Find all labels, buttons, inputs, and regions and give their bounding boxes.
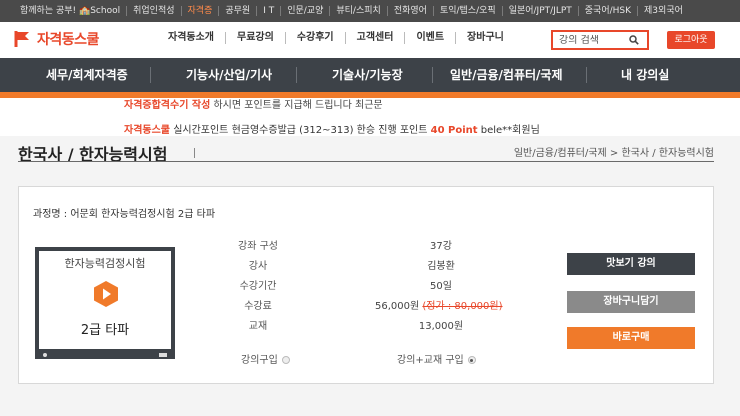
topbar-item-beauty[interactable]: 뷰티/스피치: [330, 6, 388, 16]
nav-divider: [432, 67, 433, 83]
preview-lecture-button[interactable]: 맛보기 강의: [567, 253, 695, 275]
buy-now-button[interactable]: 바로구매: [567, 327, 695, 349]
topbar-item-other-lang[interactable]: 제3외국어: [638, 6, 689, 16]
breadcrumb[interactable]: 일반/금융/컴퓨터/국제 > 한국사 / 한자능력시험: [514, 144, 714, 159]
info-value-instructor: 김봉환: [427, 261, 455, 272]
nav-divider: [586, 67, 587, 83]
option-lecture-label: 강의구입: [241, 355, 278, 366]
page-title-bar: 한국사 / 한자능력시험 일반/금융/컴퓨터/국제 > 한국사 / 한자능력시험: [0, 136, 740, 168]
info-label: 수강료: [244, 301, 272, 312]
ticker-line1-text: 하시면 포인트를 지급해 드립니다: [213, 100, 352, 111]
gnb-events[interactable]: 이벤트: [405, 32, 457, 44]
topbar-item-school[interactable]: 함께하는 공부! 🏫School: [14, 6, 128, 16]
radio-bundle[interactable]: [467, 356, 476, 364]
ticker-line2-text: 실시간포인트 현금영수증발급 (312~313) 한승 진행 포인트: [173, 125, 428, 136]
gnb-about[interactable]: 자격동소개: [168, 32, 226, 44]
ticker-brand: 자격동스쿨: [124, 125, 170, 136]
site-logo[interactable]: 자격동스쿨: [14, 29, 99, 49]
global-nav: 자격동소개 무료강의 수강후기 고객센터 이벤트 장바구니: [168, 32, 515, 44]
nav-engineer[interactable]: 기술사/기능장: [332, 58, 403, 92]
ticker-line-2[interactable]: 자격동스쿨 실시간포인트 현금영수증발급 (312~313) 한승 진행 포인트…: [124, 121, 540, 136]
option-lecture-only[interactable]: 강의구입: [241, 351, 290, 366]
topbar-item-toeic[interactable]: 토익/텝스/오픽: [434, 6, 503, 16]
original-price: (정가 : 80,000원): [422, 301, 503, 312]
search-input[interactable]: [559, 34, 625, 46]
logo-flag-icon: [14, 31, 29, 47]
topbar-item-cert[interactable]: 자격증: [182, 6, 220, 16]
nav-technician[interactable]: 기능사/산업/기사: [186, 58, 272, 92]
info-value-textbook: 13,000원: [418, 321, 464, 332]
main-category-nav: 세무/회계자격증 기능사/산업/기사 기술사/기능장 일반/금융/컴퓨터/국제 …: [0, 58, 740, 92]
ticker-user: bele**회원님: [480, 125, 540, 136]
gnb-free-lecture[interactable]: 무료강의: [226, 32, 286, 44]
topbar-item-civil[interactable]: 공무원: [219, 6, 258, 16]
gnb-reviews[interactable]: 수강후기: [286, 32, 346, 44]
price-value: 56,000원: [375, 301, 420, 312]
search-box: [551, 30, 649, 50]
nav-divider: [150, 67, 151, 83]
info-label: 강사: [248, 261, 268, 272]
info-value-period: 50일: [430, 281, 452, 292]
topbar-item-chinese[interactable]: 중국어/HSK: [579, 6, 639, 16]
topbar-item-japanese[interactable]: 일본어/JPT/JLPT: [503, 6, 579, 16]
nav-tax-accounting[interactable]: 세무/회계자격증: [46, 58, 128, 92]
topbar-item-phone-english[interactable]: 전화영어: [388, 6, 434, 16]
ticker-points: 40 Point: [430, 125, 478, 136]
thumbnail-level: 2급 타파: [80, 323, 130, 338]
radio-lecture[interactable]: [281, 356, 290, 364]
topbar-item-it[interactable]: I T: [257, 6, 282, 16]
ticker-line1-highlight: 자격증합격수기 작성: [124, 100, 211, 111]
course-card: 과정명 : 어문회 한자능력검정시험 2급 타파 한자능력검정시험 2급 타파 …: [18, 186, 714, 384]
thumbnail-indicator-icon: [159, 353, 167, 357]
topbar-item-humanities[interactable]: 인문/교양: [281, 6, 331, 16]
nav-divider: [296, 67, 297, 83]
course-thumbnail[interactable]: 한자능력검정시험 2급 타파: [35, 247, 175, 359]
info-label: 수강기간: [239, 281, 277, 292]
top-utility-bar: 함께하는 공부! 🏫School 취업인적성 자격증 공무원 I T 인문/교양…: [0, 0, 740, 22]
info-value-price: 56,000원 (정가 : 80,000원): [375, 297, 503, 312]
gnb-cart[interactable]: 장바구니: [456, 32, 515, 44]
thumbnail-indicator-icon: [43, 353, 47, 357]
course-name: 과정명 : 어문회 한자능력검정시험 2급 타파: [33, 209, 216, 220]
nav-general-finance[interactable]: 일반/금융/컴퓨터/국제: [450, 58, 563, 92]
nav-my-classroom[interactable]: 내 강의실: [621, 58, 669, 92]
site-header: 자격동스쿨 자격동소개 무료강의 수강후기 고객센터 이벤트 장바구니 로그아웃: [0, 22, 740, 58]
info-label: 교재: [248, 321, 268, 332]
title-underline: [18, 161, 714, 162]
notice-ticker: 자격증합격수기 작성 하시면 포인트를 지급해 드립니다 최근문 자격동스쿨 실…: [0, 98, 740, 136]
topbar-item-job[interactable]: 취업인적성: [127, 6, 182, 16]
ticker-line1-tail: 최근문: [355, 100, 383, 111]
thumbnail-title: 한자능력검정시험: [64, 257, 146, 270]
info-value-sessions: 37강: [430, 241, 452, 252]
play-icon[interactable]: [94, 281, 118, 307]
option-bundle-label: 강의+교재 구입: [397, 355, 464, 366]
logout-button[interactable]: 로그아웃: [667, 31, 715, 49]
logo-text: 자격동스쿨: [37, 32, 99, 48]
gnb-support[interactable]: 고객센터: [346, 32, 406, 44]
title-divider: [194, 148, 195, 158]
ticker-line-1[interactable]: 자격증합격수기 작성 하시면 포인트를 지급해 드립니다 최근문: [124, 98, 383, 111]
option-lecture-textbook[interactable]: 강의+교재 구입: [397, 351, 476, 366]
info-label: 강좌 구성: [238, 241, 278, 252]
search-icon[interactable]: [629, 35, 639, 45]
add-to-cart-button[interactable]: 장바구니담기: [567, 291, 695, 313]
